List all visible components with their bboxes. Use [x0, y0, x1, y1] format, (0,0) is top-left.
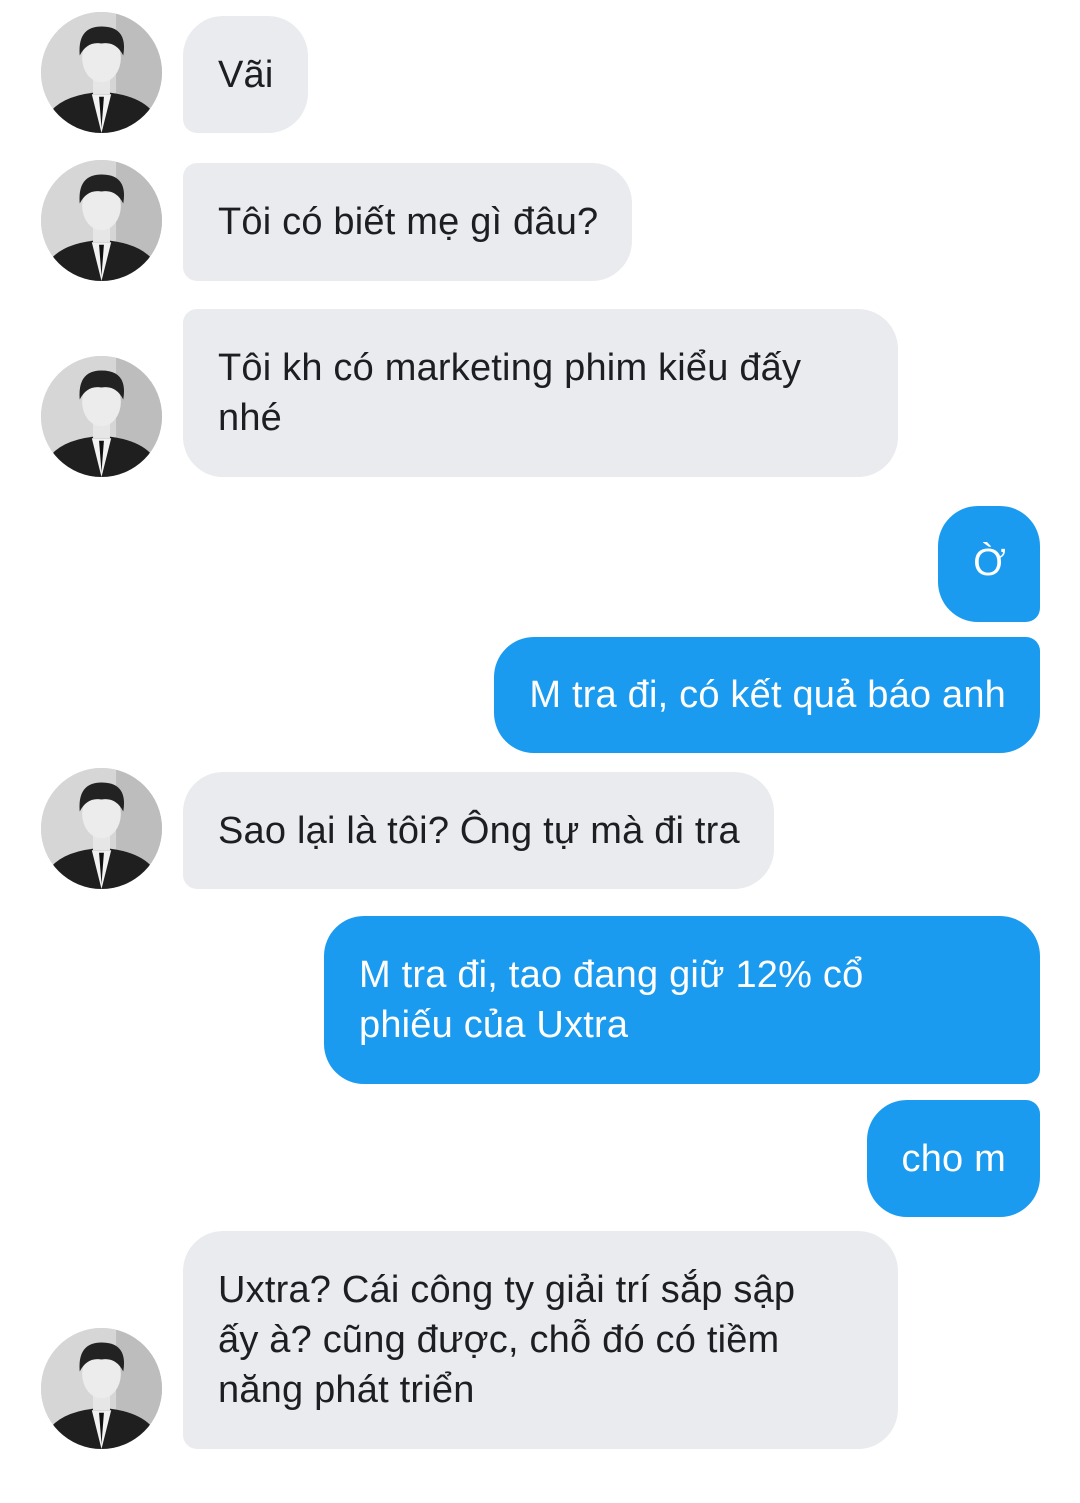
message-text: M tra đi, có kết quả báo anh [529, 674, 1006, 716]
profile-photo-icon [41, 12, 162, 133]
message-bubble[interactable]: cho m [866, 1100, 1040, 1217]
message-bubble[interactable]: Uxtra? Cái công ty giải trí sắp sập ấy à… [183, 1231, 898, 1449]
message-bubble[interactable]: M tra đi, có kết quả báo anh [494, 637, 1040, 753]
message-text: Ờ [973, 542, 1006, 584]
message-bubble[interactable]: Ờ [938, 506, 1040, 622]
contact-avatar[interactable] [41, 160, 162, 281]
message-text: nhé [218, 397, 283, 439]
message-text: Uxtra? Cái công ty giải trí sắp sập [218, 1269, 796, 1311]
profile-photo-icon [41, 160, 162, 281]
contact-avatar[interactable] [41, 356, 162, 477]
message-text: năng phát triển [218, 1369, 475, 1411]
message-bubble[interactable]: Sao lại là tôi? Ông tự mà đi tra [183, 772, 774, 889]
message-bubble[interactable]: Tôi kh có marketing phim kiểu đấy nhé [183, 309, 898, 477]
contact-avatar[interactable] [41, 12, 162, 133]
message-bubble[interactable]: Vãi [183, 16, 308, 133]
profile-photo-icon [41, 768, 162, 889]
message-text: Tôi kh có marketing phim kiểu đấy [218, 347, 802, 389]
message-bubble[interactable]: Tôi có biết mẹ gì đâu? [183, 163, 633, 281]
message-thread: Vãi Tôi có biết mẹ gì đâu? Tôi kh có mar… [0, 0, 1080, 1503]
message-text: ấy à? cũng được, chỗ đó có tiềm [218, 1319, 780, 1361]
contact-avatar[interactable] [41, 1328, 162, 1449]
message-text: Vãi [218, 54, 274, 96]
contact-avatar[interactable] [41, 768, 162, 889]
message-text: Tôi có biết mẹ gì đâu? [218, 201, 599, 243]
message-text: M tra đi, tao đang giữ 12% cổ [359, 954, 864, 996]
message-text: phiếu của Uxtra [359, 1004, 629, 1046]
message-text: cho m [901, 1138, 1006, 1180]
message-text: Sao lại là tôi? Ông tự mà đi tra [218, 810, 740, 852]
message-bubble[interactable]: M tra đi, tao đang giữ 12% cổ phiếu của … [324, 916, 1040, 1084]
profile-photo-icon [41, 356, 162, 477]
profile-photo-icon [41, 1328, 162, 1449]
